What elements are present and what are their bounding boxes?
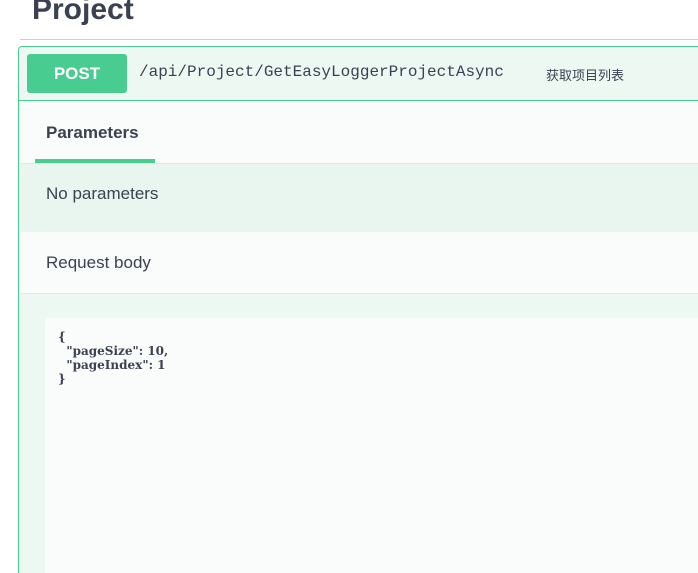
section-divider	[20, 39, 698, 40]
code-line: "pageIndex": 1	[58, 358, 166, 372]
parameters-tab-header: Parameters	[20, 101, 698, 164]
code-line: {	[58, 330, 66, 344]
code-line: }	[58, 372, 66, 386]
no-parameters-text: No parameters	[46, 184, 159, 203]
tab-active-indicator	[35, 159, 155, 163]
swagger-page: Project POST /api/Project/GetEasyLoggerP…	[0, 0, 698, 573]
method-badge[interactable]: POST	[27, 54, 127, 93]
section-title[interactable]: Project	[32, 0, 134, 30]
parameters-panel: No parameters	[20, 164, 698, 232]
request-body-area: { "pageSize": 10, "pageIndex": 1 }	[20, 294, 698, 573]
request-body-code[interactable]: { "pageSize": 10, "pageIndex": 1 }	[58, 330, 168, 386]
operation-description: 获取项目列表	[546, 69, 625, 84]
code-line: "pageSize": 10,	[58, 344, 169, 358]
request-body-header: Request body	[20, 232, 698, 294]
operation-path[interactable]: /api/Project/GetEasyLoggerProjectAsync	[139, 63, 504, 81]
request-body-editor[interactable]: { "pageSize": 10, "pageIndex": 1 }	[45, 318, 698, 573]
request-body-label: Request body	[46, 253, 151, 272]
operation-block: POST /api/Project/GetEasyLoggerProjectAs…	[18, 46, 698, 573]
tab-parameters[interactable]: Parameters	[46, 123, 139, 143]
operation-summary[interactable]: POST /api/Project/GetEasyLoggerProjectAs…	[19, 47, 698, 101]
